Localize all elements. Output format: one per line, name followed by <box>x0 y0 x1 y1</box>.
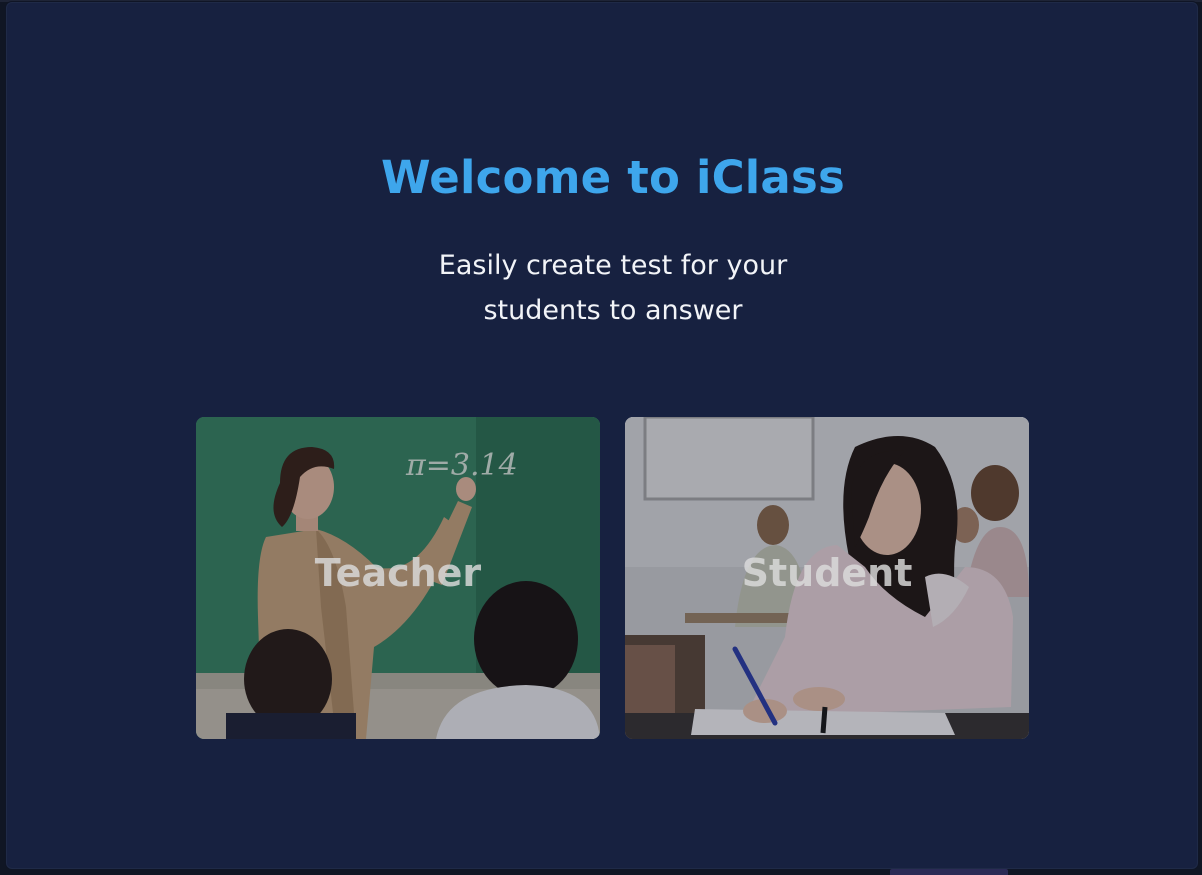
welcome-panel: Welcome to iClass Easily create test for… <box>6 2 1198 869</box>
teacher-role-label: Teacher <box>314 551 482 595</box>
teacher-role-card[interactable]: π=3.14 Teacher <box>196 417 600 739</box>
page-subtitle: Easily create test for your students to … <box>438 250 788 326</box>
taskbar-edge <box>890 869 1008 875</box>
student-role-card[interactable]: Student <box>625 417 1029 739</box>
student-role-label: Student <box>741 551 913 595</box>
app-window: Welcome to iClass Easily create test for… <box>0 0 1202 875</box>
page-title: Welcome to iClass <box>381 151 845 204</box>
